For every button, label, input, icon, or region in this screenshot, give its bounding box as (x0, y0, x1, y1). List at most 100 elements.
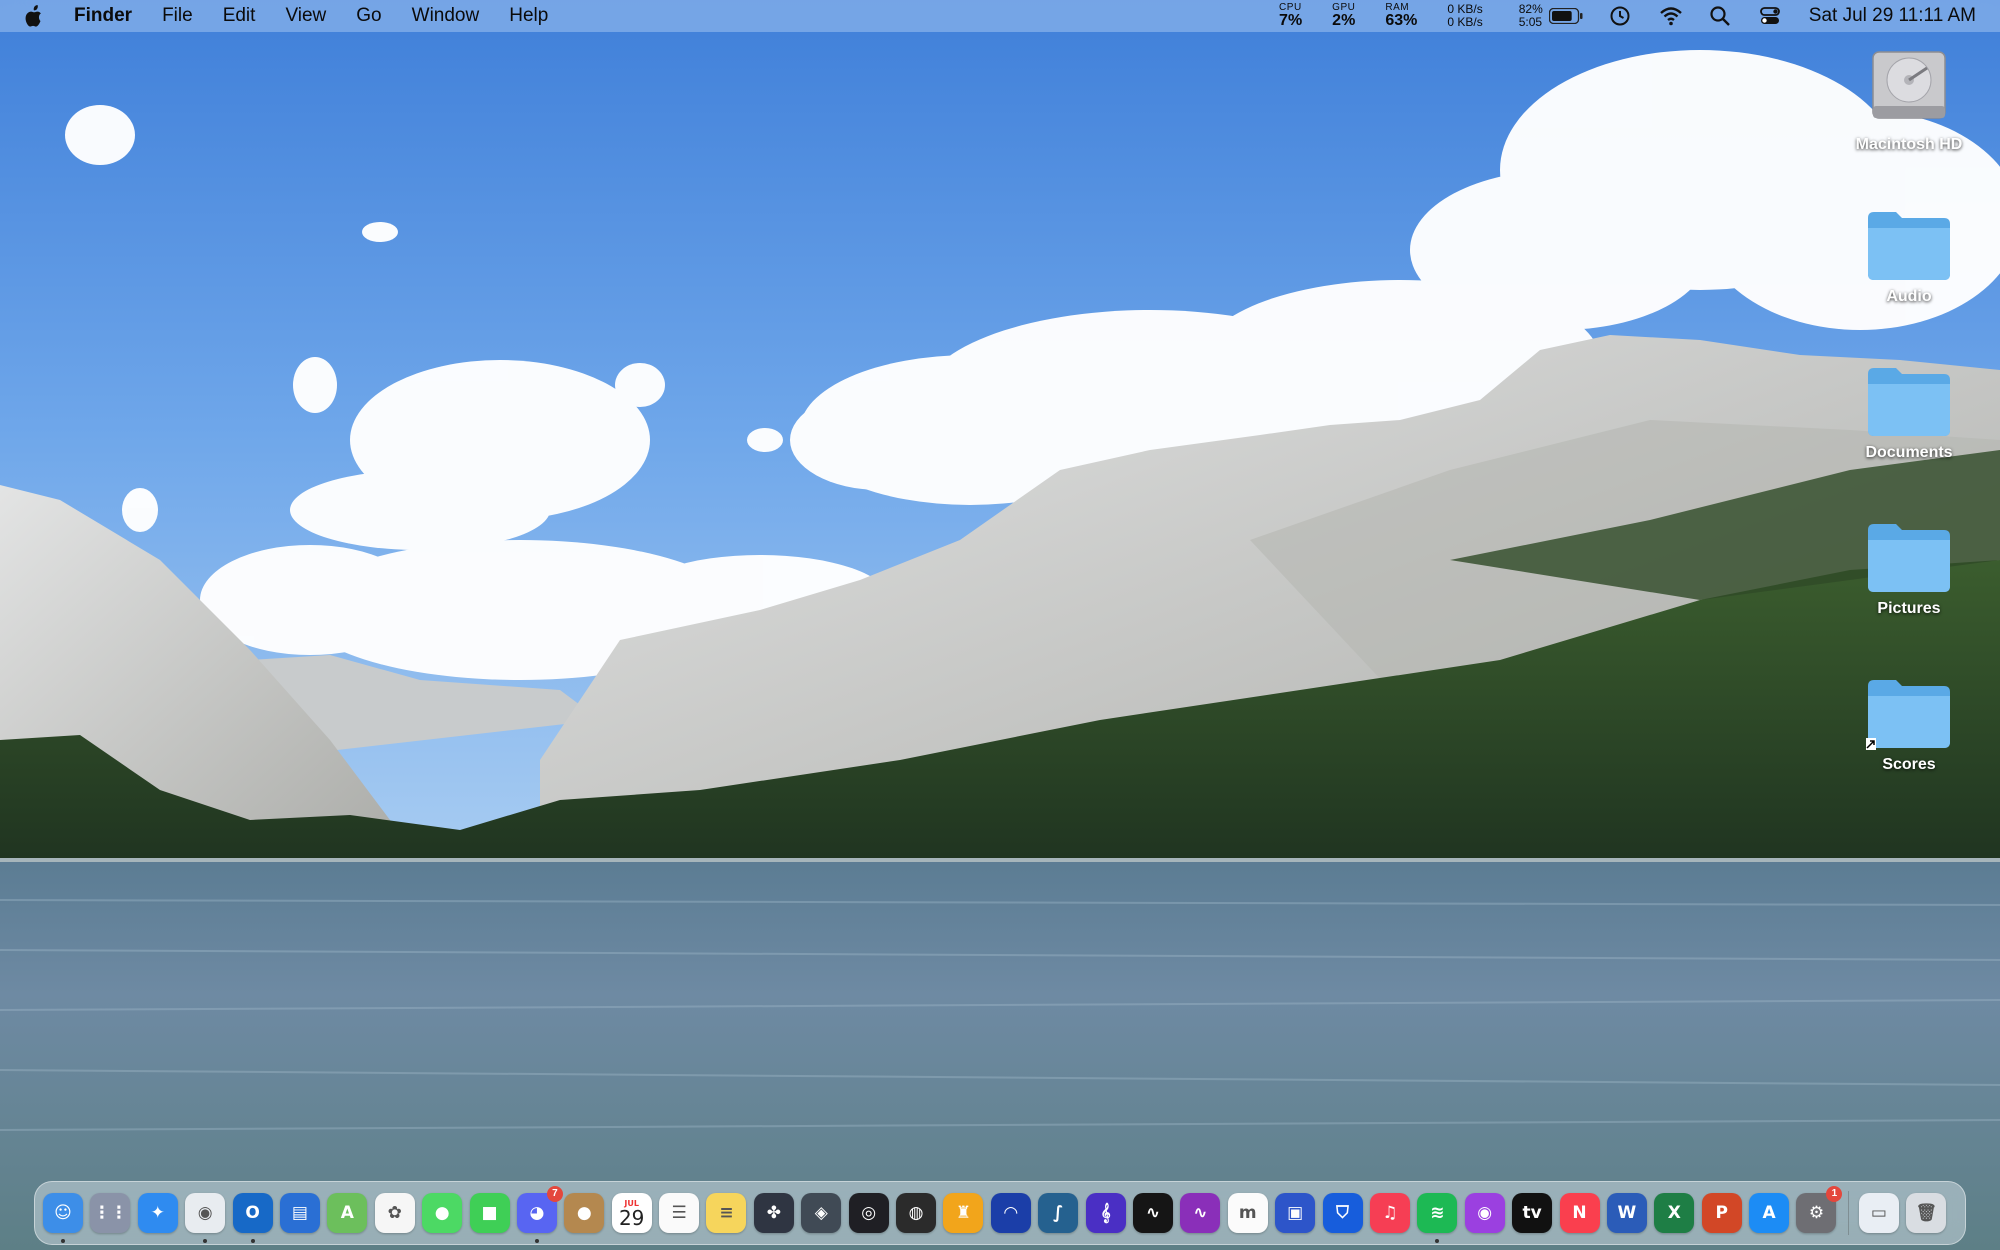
menu-clock[interactable]: Sat Jul 29 11:11 AM (1809, 5, 1976, 27)
music-icon[interactable]: ♫ (1369, 1193, 1410, 1233)
cpu-value: 7% (1279, 12, 1303, 29)
system-settings-icon[interactable]: ⚙ 1 (1796, 1186, 1843, 1233)
facetime-icon[interactable]: ■ (469, 1193, 510, 1233)
running-indicator (61, 1239, 65, 1243)
dock-glyph: 𝄞 (1100, 1203, 1111, 1223)
desktop-item-documents[interactable]: Documents (1839, 366, 1979, 462)
word-icon[interactable]: W (1606, 1193, 1647, 1233)
battery-icon[interactable] (1548, 7, 1583, 25)
dock-glyph: W (1617, 1203, 1637, 1223)
mainstage-icon[interactable]: ♜ (943, 1193, 984, 1233)
downloads-stack-icon[interactable]: ▭ (1858, 1193, 1899, 1233)
dock-glyph: ◠ (1004, 1203, 1018, 1223)
dock-glyph: ◎ (861, 1203, 877, 1223)
trash-icon[interactable]: 🗑 (1906, 1193, 1947, 1233)
apple-icon[interactable] (22, 4, 44, 28)
dock-glyph: ▭ (1870, 1203, 1887, 1223)
dock-glyph: ◉ (197, 1203, 213, 1223)
cpu-stat[interactable]: CPU 7% (1279, 3, 1302, 29)
sonic-visualiser-icon[interactable]: ∫ (1038, 1193, 1079, 1233)
compressor-icon[interactable]: ◈ (801, 1193, 842, 1233)
photos-icon[interactable]: ✿ (374, 1193, 415, 1233)
hard-drive-icon (1869, 46, 1949, 130)
desktop-item-scores[interactable]: Scores (1839, 678, 1979, 774)
musescore-icon[interactable]: 𝄞 (1085, 1193, 1126, 1233)
desktop-item-macintosh-hd[interactable]: Macintosh HD (1839, 46, 1979, 154)
dock-glyph: ∿ (1145, 1203, 1161, 1223)
news-icon[interactable]: N (1559, 1193, 1600, 1233)
desktop-item-audio[interactable]: Audio (1839, 210, 1979, 306)
dock-glyph: ◕ (529, 1203, 545, 1223)
dock-glyph: m (1238, 1203, 1257, 1223)
network-download: 0 KB/s (1447, 15, 1483, 29)
calendar-icon[interactable]: JUL 29 (611, 1193, 652, 1233)
dock-glyph: P (1715, 1203, 1728, 1223)
podcasts-icon[interactable]: ◉ (1464, 1193, 1505, 1233)
messages-icon[interactable]: ● (422, 1193, 463, 1233)
dock-glyph: N (1572, 1203, 1587, 1223)
finder-icon[interactable]: ☺ (43, 1193, 83, 1243)
menu-go[interactable]: Go (356, 5, 381, 27)
desktop-item-label: Macintosh HD (1855, 136, 1963, 153)
battery-stat[interactable]: 82% 5:05 (1519, 3, 1543, 29)
miro-icon[interactable]: m (1227, 1193, 1268, 1233)
spotify-icon[interactable]: ≋ (1417, 1193, 1458, 1243)
desktop-item-pictures[interactable]: Pictures (1839, 522, 1979, 618)
menu-help[interactable]: Help (509, 5, 548, 27)
outlook-icon[interactable]: O (232, 1193, 273, 1243)
folder-icon (1866, 366, 1952, 438)
waveform-icon[interactable]: ∿ (1180, 1193, 1221, 1233)
excel-icon[interactable]: X (1654, 1193, 1695, 1233)
notes-icon[interactable]: ≡ (706, 1193, 747, 1233)
spotlight-icon[interactable] (1709, 5, 1731, 27)
davinci-resolve-icon[interactable]: ✤ (753, 1193, 794, 1233)
audacity-icon[interactable]: ◠ (990, 1193, 1031, 1233)
dock-glyph: ▣ (1287, 1203, 1304, 1223)
menu-app-finder[interactable]: Finder (74, 5, 132, 27)
dock-glyph: ≡ (719, 1203, 734, 1223)
running-indicator (534, 1239, 539, 1243)
dock-glyph: ☺ (54, 1203, 72, 1223)
contacts-icon[interactable]: ● (564, 1193, 605, 1233)
time-machine-icon[interactable] (1609, 5, 1631, 27)
dock-glyph: ✿ (387, 1203, 402, 1223)
chrome-icon[interactable]: ◉ (185, 1193, 226, 1243)
dock-glyph: ◍ (908, 1203, 924, 1223)
dock-glyph: ● (576, 1203, 592, 1223)
menu-view[interactable]: View (285, 5, 326, 27)
control-center-icon[interactable] (1759, 5, 1781, 27)
discord-icon[interactable]: ◕ 7 (516, 1186, 563, 1243)
ram-stat[interactable]: RAM 63% (1385, 3, 1417, 29)
notification-badge: 1 (1826, 1186, 1843, 1202)
dock-glyph: ∫ (1053, 1203, 1064, 1223)
desktop-item-label: Scores (1882, 756, 1936, 773)
folder-icon (1866, 210, 1952, 282)
screens-icon[interactable]: ▣ (1275, 1193, 1316, 1233)
menu-file[interactable]: File (162, 5, 193, 27)
running-indicator (1435, 1239, 1440, 1243)
dock-glyph: ☰ (671, 1203, 687, 1223)
dock-glyph: ▤ (291, 1203, 308, 1223)
reminders-icon[interactable]: ☰ (659, 1193, 700, 1233)
apple-tv-icon[interactable]: tv (1512, 1193, 1553, 1233)
folder-icon (1866, 522, 1952, 594)
dock: ☺ ⋮⋮ ✦ ◉ O ▤ A ✿ ● ■ ◕ 7 ● JUL 29 ☰ ≡ ✤ ◈ ◎ ◍ ♜ ◠ ∫ 𝄞 ∿ ∿ m ▣ ⛉ ♫ ≋ ◉ tv N… (34, 1181, 1966, 1245)
gpu-stat[interactable]: GPU 2% (1332, 3, 1355, 29)
wifi-icon[interactable] (1659, 5, 1682, 27)
menu-window[interactable]: Window (412, 5, 480, 27)
folder-alias-icon (1864, 678, 1952, 750)
powerpoint-icon[interactable]: P (1701, 1193, 1742, 1233)
files-icon[interactable]: ▤ (279, 1193, 320, 1233)
network-stat[interactable]: 0 KB/s 0 KB/s (1447, 3, 1482, 29)
safari-icon[interactable]: ✦ (137, 1193, 178, 1233)
menu-edit[interactable]: Edit (223, 5, 256, 27)
obs-icon[interactable]: ◎ (848, 1193, 889, 1233)
dock-glyph: ⚙ (1808, 1203, 1825, 1223)
app-store-icon[interactable]: A (1749, 1193, 1790, 1233)
bitwarden-icon[interactable]: ⛉ (1322, 1193, 1363, 1233)
dock-glyph: tv (1522, 1203, 1542, 1223)
launchpad-icon[interactable]: ⋮⋮ (90, 1193, 131, 1233)
logic-pro-icon[interactable]: ◍ (896, 1193, 937, 1233)
activity-monitor-icon[interactable]: ∿ (1132, 1193, 1173, 1233)
maps-icon[interactable]: A (327, 1193, 368, 1233)
